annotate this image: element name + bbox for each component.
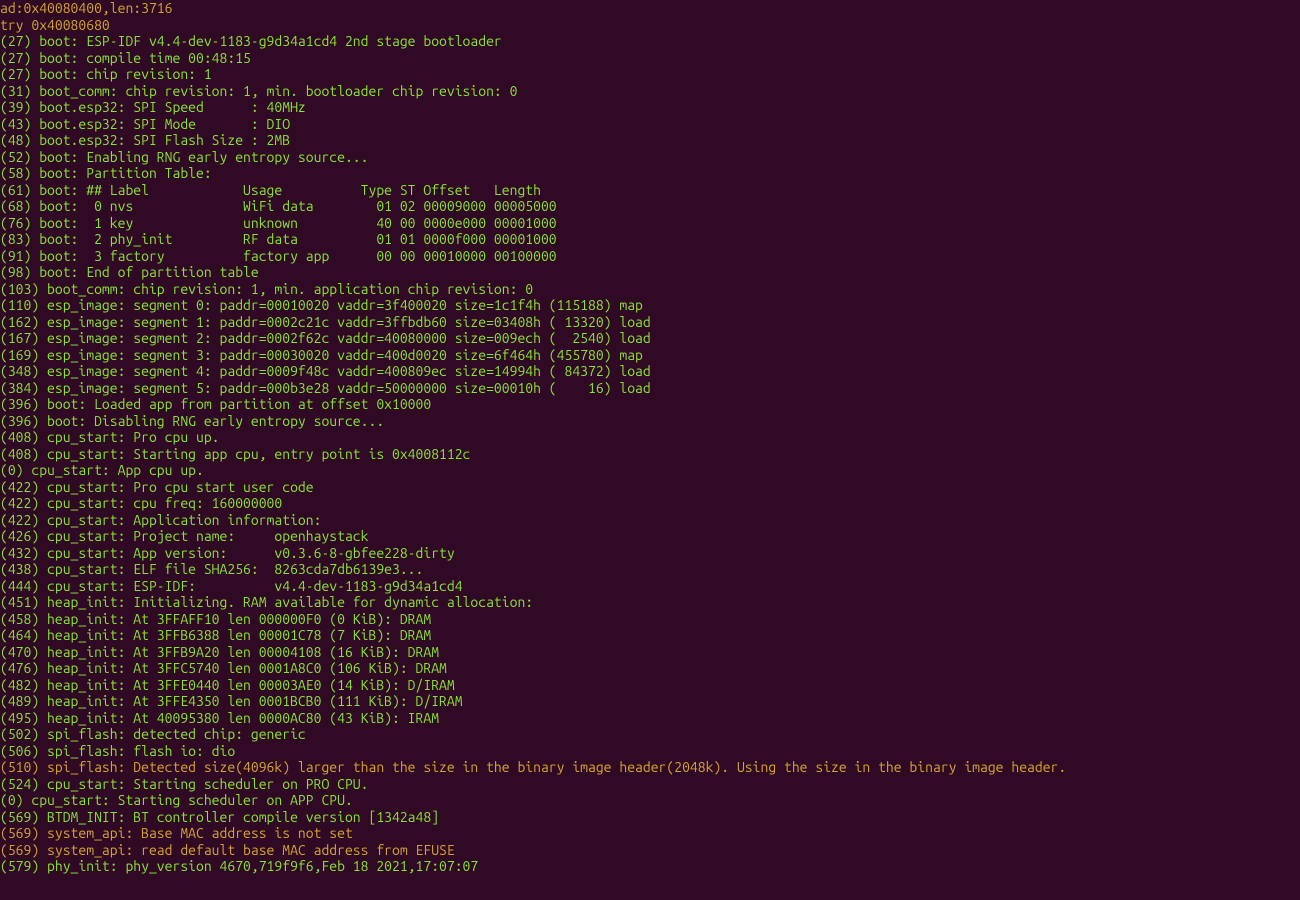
log-line: (422) cpu_start: Pro cpu start user code	[0, 479, 1300, 496]
log-line: (569) system_api: Base MAC address is no…	[0, 825, 1300, 842]
log-line: (495) heap_init: At 40095380 len 0000AC8…	[0, 710, 1300, 727]
log-line: (169) esp_image: segment 3: paddr=000300…	[0, 347, 1300, 364]
log-line: (48) boot.esp32: SPI Flash Size : 2MB	[0, 132, 1300, 149]
log-line: (0) cpu_start: Starting scheduler on APP…	[0, 792, 1300, 809]
log-line: (422) cpu_start: cpu freq: 160000000	[0, 495, 1300, 512]
log-line: ad:0x40080400,len:3716	[0, 0, 1300, 17]
log-line: (68) boot: 0 nvs WiFi data 01 02 0000900…	[0, 198, 1300, 215]
log-line: (43) boot.esp32: SPI Mode : DIO	[0, 116, 1300, 133]
log-line: (482) heap_init: At 3FFE0440 len 00003AE…	[0, 677, 1300, 694]
log-line: (579) phy_init: phy_version 4670,719f9f6…	[0, 858, 1300, 875]
log-line: (396) boot: Disabling RNG early entropy …	[0, 413, 1300, 430]
log-line: (0) cpu_start: App cpu up.	[0, 462, 1300, 479]
log-line: (31) boot_comm: chip revision: 1, min. b…	[0, 83, 1300, 100]
log-line: (58) boot: Partition Table:	[0, 165, 1300, 182]
log-line: (510) spi_flash: Detected size(4096k) la…	[0, 759, 1300, 776]
log-line: (506) spi_flash: flash io: dio	[0, 743, 1300, 760]
log-line: (103) boot_comm: chip revision: 1, min. …	[0, 281, 1300, 298]
log-line: (451) heap_init: Initializing. RAM avail…	[0, 594, 1300, 611]
log-line: (396) boot: Loaded app from partition at…	[0, 396, 1300, 413]
log-line: (98) boot: End of partition table	[0, 264, 1300, 281]
log-line: (502) spi_flash: detected chip: generic	[0, 726, 1300, 743]
log-line: (426) cpu_start: Project name: openhayst…	[0, 528, 1300, 545]
log-line: (27) boot: compile time 00:48:15	[0, 50, 1300, 67]
log-line: (91) boot: 3 factory factory app 00 00 0…	[0, 248, 1300, 265]
log-line: (27) boot: chip revision: 1	[0, 66, 1300, 83]
log-line: (422) cpu_start: Application information…	[0, 512, 1300, 529]
log-line: (569) BTDM_INIT: BT controller compile v…	[0, 809, 1300, 826]
log-line: (167) esp_image: segment 2: paddr=0002f6…	[0, 330, 1300, 347]
log-line: (27) boot: ESP-IDF v4.4-dev-1183-g9d34a1…	[0, 33, 1300, 50]
log-line: (432) cpu_start: App version: v0.3.6-8-g…	[0, 545, 1300, 562]
log-line: try 0x40080680	[0, 17, 1300, 34]
log-line: (384) esp_image: segment 5: paddr=000b3e…	[0, 380, 1300, 397]
log-line: (524) cpu_start: Starting scheduler on P…	[0, 776, 1300, 793]
log-line: (458) heap_init: At 3FFAFF10 len 000000F…	[0, 611, 1300, 628]
log-line: (464) heap_init: At 3FFB6388 len 00001C7…	[0, 627, 1300, 644]
log-line: (444) cpu_start: ESP-IDF: v4.4-dev-1183-…	[0, 578, 1300, 595]
log-line: (438) cpu_start: ELF file SHA256: 8263cd…	[0, 561, 1300, 578]
log-line: (470) heap_init: At 3FFB9A20 len 0000410…	[0, 644, 1300, 661]
terminal-output[interactable]: ad:0x40080400,len:3716try 0x40080680(27)…	[0, 0, 1300, 875]
log-line: (83) boot: 2 phy_init RF data 01 01 0000…	[0, 231, 1300, 248]
log-line: (348) esp_image: segment 4: paddr=0009f4…	[0, 363, 1300, 380]
log-line: (110) esp_image: segment 0: paddr=000100…	[0, 297, 1300, 314]
log-line: (489) heap_init: At 3FFE4350 len 0001BCB…	[0, 693, 1300, 710]
log-line: (52) boot: Enabling RNG early entropy so…	[0, 149, 1300, 166]
log-line: (61) boot: ## Label Usage Type ST Offset…	[0, 182, 1300, 199]
log-line: (39) boot.esp32: SPI Speed : 40MHz	[0, 99, 1300, 116]
log-line: (76) boot: 1 key unknown 40 00 0000e000 …	[0, 215, 1300, 232]
log-line: (408) cpu_start: Pro cpu up.	[0, 429, 1300, 446]
log-line: (476) heap_init: At 3FFC5740 len 0001A8C…	[0, 660, 1300, 677]
log-line: (408) cpu_start: Starting app cpu, entry…	[0, 446, 1300, 463]
log-line: (162) esp_image: segment 1: paddr=0002c2…	[0, 314, 1300, 331]
log-line: (569) system_api: read default base MAC …	[0, 842, 1300, 859]
